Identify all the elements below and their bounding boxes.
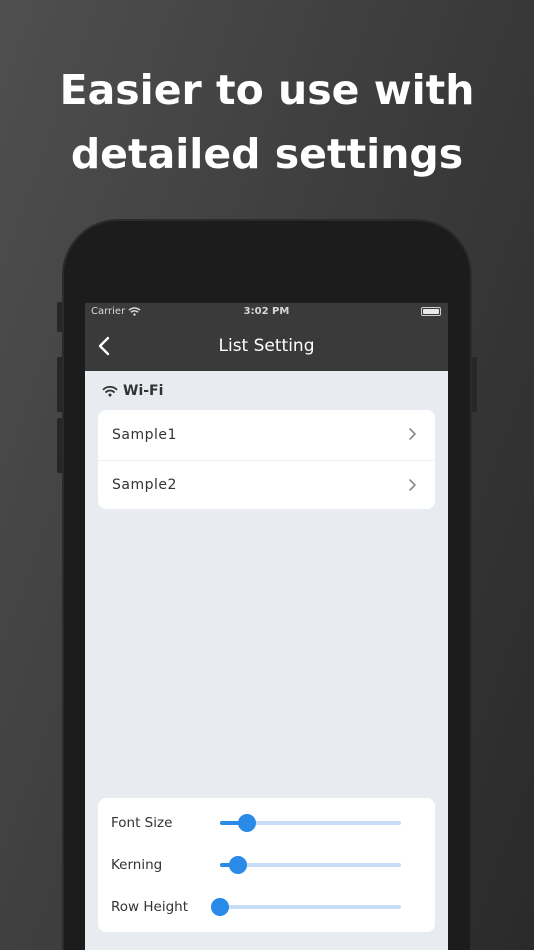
list-card: Sample1 Sample2: [98, 410, 435, 509]
page-title: List Setting: [218, 336, 315, 356]
navigation-bar: List Setting: [85, 321, 448, 371]
list-item-label: Sample2: [112, 476, 177, 493]
list-item[interactable]: Sample2: [98, 459, 435, 510]
slider-card: Font Size Kerning Row Height: [98, 798, 435, 932]
row-height-setting: Row Height: [98, 892, 435, 922]
battery-icon: [421, 307, 441, 316]
kerning-slider-thumb[interactable]: [229, 856, 248, 874]
headline-line-1: Easier to use with: [59, 66, 475, 114]
row-height-slider[interactable]: [211, 898, 401, 916]
headline: Easier to use with detailed settings: [0, 58, 534, 186]
font-size-slider[interactable]: [220, 814, 401, 832]
list-item-label: Sample1: [112, 426, 177, 443]
font-size-slider-thumb[interactable]: [238, 814, 257, 832]
row-height-label: Row Height: [111, 899, 188, 915]
status-time: 3:02 PM: [243, 306, 290, 317]
status-bar: Carrier 3:02 PM: [85, 303, 448, 321]
chevron-right-icon: [409, 478, 416, 491]
headline-line-2: detailed settings: [70, 130, 464, 178]
section-title: Wi-Fi: [123, 383, 164, 399]
chevron-right-icon: [409, 428, 416, 440]
kerning-slider[interactable]: [220, 856, 401, 874]
wifi-icon: [102, 386, 118, 397]
row-height-slider-thumb[interactable]: [211, 898, 229, 916]
kerning-label: Kerning: [111, 857, 163, 873]
section-header: Wi-Fi: [102, 383, 163, 399]
font-size-label: Font Size: [111, 815, 173, 831]
phone-screen: Carrier 3:02 PM List Setting Wi-Fi Sampl…: [85, 303, 448, 950]
kerning-setting: Kerning: [98, 850, 435, 880]
font-size-setting: Font Size: [98, 808, 435, 838]
list-item[interactable]: Sample1: [98, 410, 435, 460]
